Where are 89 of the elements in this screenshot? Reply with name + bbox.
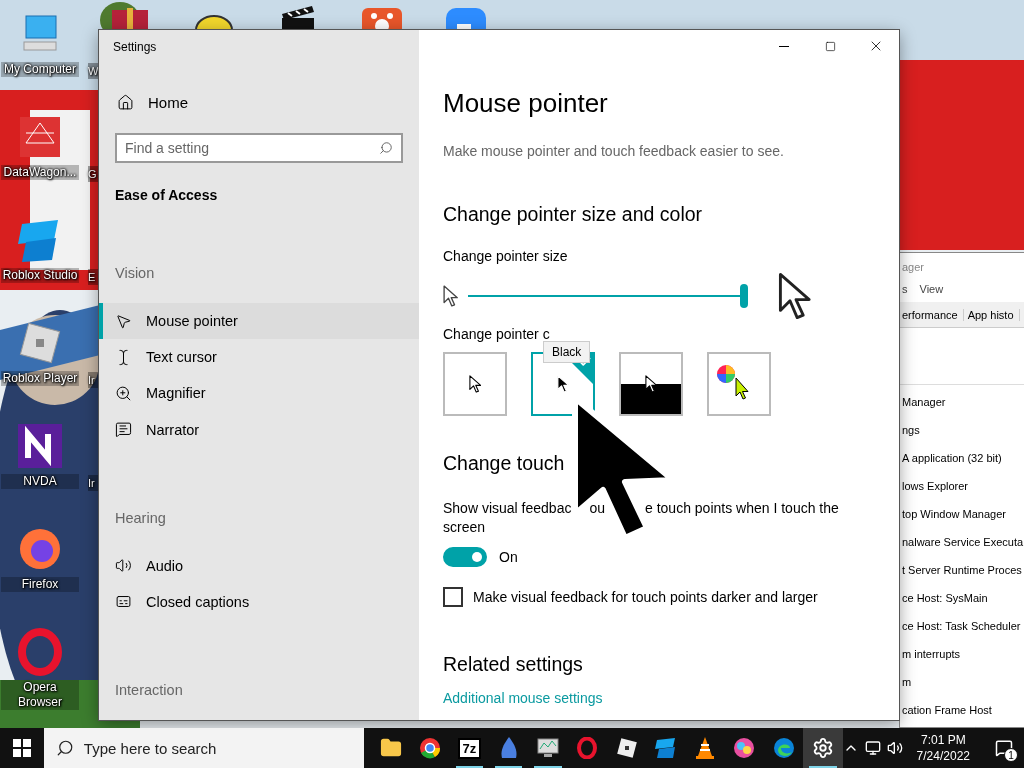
process-row[interactable]: lows Explorer bbox=[900, 475, 1024, 503]
nav-item[interactable]: Mouse pointer bbox=[99, 303, 419, 340]
nav-item[interactable]: Text cursor bbox=[99, 339, 419, 376]
menu-item[interactable]: View bbox=[919, 282, 944, 303]
tab[interactable]: App histo bbox=[965, 308, 1020, 321]
roblox-icon bbox=[615, 737, 638, 759]
taskbar-app-button[interactable] bbox=[803, 728, 843, 768]
menu-item[interactable]: s bbox=[902, 282, 908, 303]
section-heading: Vision bbox=[115, 265, 156, 281]
large-pointer-icon bbox=[778, 272, 812, 320]
section-heading: Change touch bbox=[443, 452, 565, 475]
nav-item[interactable]: Audio bbox=[99, 547, 419, 584]
magnifier-icon bbox=[115, 384, 132, 402]
description-text: ou bbox=[589, 499, 605, 518]
home-button[interactable]: Home bbox=[115, 92, 190, 113]
notifications-button[interactable]: 1 bbox=[984, 728, 1024, 768]
taskbar-app-button[interactable]: 7z bbox=[449, 728, 489, 768]
description-text: Show visual feedbac bbox=[443, 499, 572, 518]
icon-label: Firefox bbox=[1, 577, 79, 592]
narrator-icon bbox=[115, 421, 132, 439]
icon-label: My Computer bbox=[1, 62, 79, 77]
toggle-label: On bbox=[499, 549, 518, 565]
icon-label: NVDA bbox=[1, 474, 79, 489]
minimize-icon bbox=[779, 45, 789, 47]
pointer-color-option[interactable] bbox=[443, 352, 507, 416]
toggle-switch[interactable] bbox=[443, 547, 487, 567]
seven-zip-icon: 7z bbox=[457, 737, 482, 759]
monitor-icon bbox=[535, 737, 560, 759]
section-heading: Change pointer size and color bbox=[443, 203, 704, 226]
pointer-color-option[interactable] bbox=[619, 352, 683, 416]
process-row[interactable]: ce Host: Task Scheduler bbox=[900, 615, 1024, 643]
small-pointer-icon bbox=[443, 285, 459, 307]
process-row[interactable]: m bbox=[900, 671, 1024, 699]
chrome-icon bbox=[419, 737, 442, 759]
page-description: Make mouse pointer and touch feedback easier to see. bbox=[443, 143, 785, 159]
process-row[interactable]: Manager bbox=[900, 391, 1024, 419]
size-slider[interactable] bbox=[468, 284, 749, 308]
home-icon bbox=[117, 94, 134, 111]
checkbox[interactable] bbox=[443, 587, 463, 607]
roblox-studio-icon bbox=[653, 737, 678, 759]
search-icon bbox=[55, 739, 74, 757]
process-row[interactable]: ngs bbox=[900, 419, 1024, 447]
tooltip: Black bbox=[543, 341, 591, 363]
process-row[interactable]: nalware Service Executa bbox=[900, 531, 1024, 559]
maximize-icon bbox=[824, 40, 836, 52]
slider-thumb[interactable] bbox=[740, 284, 749, 308]
nav-item[interactable]: Closed captions bbox=[99, 583, 419, 621]
process-row[interactable]: t Server Runtime Proces bbox=[900, 559, 1024, 587]
process-row[interactable]: ce Host: SysMain bbox=[900, 587, 1024, 615]
section-heading: Related settings bbox=[443, 653, 584, 676]
checkbox-label: Make visual feedback for touch points darker and larger bbox=[473, 589, 818, 605]
opera-icon bbox=[576, 737, 599, 759]
taskbar-search-field[interactable]: Type here to search bbox=[43, 728, 364, 768]
window-title: ager bbox=[901, 260, 926, 275]
edge-icon bbox=[772, 737, 795, 759]
nvda-icon[interactable] bbox=[16, 422, 64, 470]
search-field[interactable]: Find a setting bbox=[115, 133, 403, 163]
page-title: Mouse pointer bbox=[443, 88, 609, 119]
folder-icon bbox=[379, 737, 402, 759]
icon-label: Opera Browser bbox=[1, 680, 79, 710]
windows-icon bbox=[12, 739, 31, 757]
search-icon bbox=[379, 141, 393, 155]
description-text: e touch points when I touch the bbox=[645, 499, 839, 518]
process-row[interactable]: A application (32 bit) bbox=[900, 447, 1024, 475]
additional-mouse-settings-link[interactable]: Additional mouse settings bbox=[443, 690, 603, 706]
section-heading: Interaction bbox=[115, 682, 184, 699]
process-row[interactable]: cation Frame Host bbox=[900, 699, 1024, 727]
process-row[interactable]: top Window Manager bbox=[900, 503, 1024, 531]
traffic-cone-icon bbox=[694, 736, 717, 760]
slider-label: Change pointer size bbox=[443, 248, 569, 264]
description-text: screen bbox=[443, 518, 486, 537]
pointer-icon bbox=[468, 375, 482, 393]
notification-badge: 1 bbox=[1004, 748, 1018, 762]
window-title: Settings bbox=[112, 39, 158, 56]
app-icon bbox=[733, 737, 756, 759]
clock[interactable]: 7:01 PM 7/24/2022 bbox=[908, 732, 978, 764]
pointer-icon bbox=[115, 312, 132, 330]
network-icon[interactable] bbox=[864, 740, 881, 756]
icon-label: Roblox Studio bbox=[1, 268, 79, 283]
volume-icon[interactable] bbox=[886, 740, 903, 756]
settings-icon bbox=[811, 737, 834, 759]
color-label: Change pointer c bbox=[443, 326, 550, 342]
category-title: Ease of Access bbox=[115, 187, 219, 203]
process-row[interactable]: m interrupts bbox=[900, 643, 1024, 671]
nav-item[interactable]: Magnifier bbox=[99, 375, 419, 412]
pointer-color-option[interactable] bbox=[707, 352, 771, 416]
nav-item[interactable]: Narrator bbox=[99, 411, 419, 448]
speaker-icon bbox=[115, 557, 132, 575]
section-heading: Hearing bbox=[115, 509, 167, 526]
